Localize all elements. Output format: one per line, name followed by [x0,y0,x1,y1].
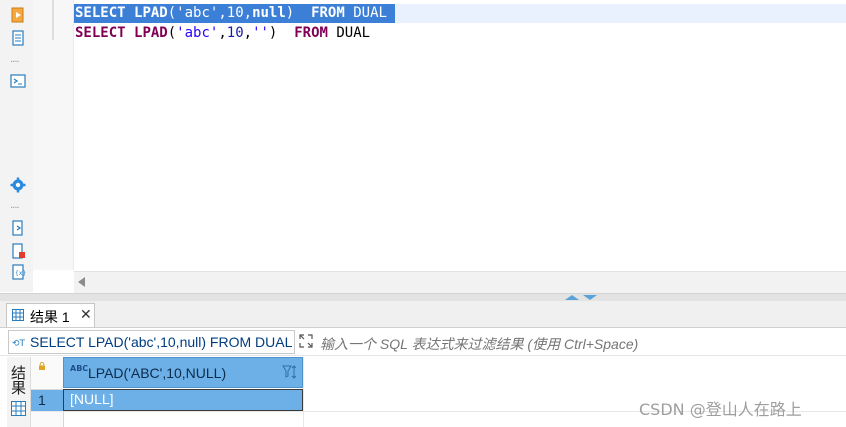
keyword-null: null [252,5,286,21]
row-header-empty [31,412,64,427]
number-literal: 10 [226,5,244,21]
code-comma: , [218,25,227,41]
filter-input[interactable] [318,330,846,358]
close-icon[interactable]: ✕ [80,307,92,323]
code-comma: , [243,25,253,41]
keyword-from: FROM [294,25,328,41]
watermark: CSDN @登山人在路上 [639,400,802,419]
filter-row: ⟲T SELECT LPAD('abc',10,null) FROM DUAL [0,329,846,358]
results-tabbar: 结果 1 ✕ [0,301,846,328]
export-icon[interactable] [10,220,26,236]
cell-value: [NULL] [70,391,114,407]
string-literal: '' [252,25,269,41]
code-comma: , [218,5,227,21]
terminal-icon[interactable] [10,73,26,89]
query-text-chip[interactable]: ⟲T SELECT LPAD('abc',10,null) FROM DUAL [8,330,295,354]
code-paren: ( [167,25,177,41]
script-list-icon[interactable] [10,30,26,46]
svg-text:⟲T: ⟲T [12,339,26,349]
function-name: LPAD [134,5,168,21]
sql-editor[interactable]: SELECT LPAD('abc',10,null) FROM DUAL SEL… [74,0,846,270]
row-number-cell[interactable]: 1 [31,389,63,411]
grid-corner [31,357,64,388]
execute-script-icon[interactable] [10,7,26,23]
code-line[interactable]: SELECT LPAD('abc',10,'') FROM DUAL [74,24,370,43]
keyword-from: FROM [311,5,345,21]
table-name: DUAL [353,5,387,21]
toolbar-separator: .... [10,200,20,211]
tab-label: 结果 1 [30,309,70,325]
svg-text:{x}: {x} [15,270,26,277]
code-paren: ) [285,5,295,21]
panel-vertical-label[interactable]: 结果 [9,365,27,395]
toolbar-separator: .... [10,54,20,65]
column-header-label: LPAD('ABC',10,NULL) [88,365,227,381]
query-text: SELECT LPAD('abc',10,null) FROM DUAL [30,334,293,350]
code-line-selected[interactable]: SELECT LPAD('abc',10,null) FROM DUAL [74,4,395,23]
table-cell[interactable]: [NULL] [63,389,303,411]
grid-divider [303,357,304,427]
keyword-select: SELECT [75,5,126,21]
code-paren: ( [167,5,177,21]
expand-icon[interactable] [299,334,313,348]
settings-gear-icon[interactable] [10,177,26,193]
grid-view-icon[interactable] [11,401,26,416]
editor-gutter [33,0,74,270]
function-name: LPAD [134,25,168,41]
maximize-results-arrow-icon[interactable] [583,295,597,300]
number-literal: 10 [226,25,244,41]
variables-icon[interactable]: {x} [10,264,26,280]
left-toolbar: .... .... {x} [0,0,33,292]
keyword-select: SELECT [75,25,126,41]
code-comma: , [243,5,253,21]
sort-filter-icon[interactable] [282,363,298,381]
file-error-icon[interactable] [10,243,26,259]
column-header[interactable]: ABC LPAD('ABC',10,NULL) [63,357,303,388]
table-name: DUAL [336,25,371,41]
results-side-toolbar: 结果 [7,357,31,427]
string-literal: 'abc' [176,25,219,41]
row-number: 1 [38,392,46,408]
maximize-editor-arrow-icon[interactable] [565,295,579,300]
scroll-left-arrow-icon[interactable] [78,277,85,287]
tab-result-1[interactable]: 结果 1 ✕ [6,303,95,327]
sql-query-icon: ⟲T [12,339,26,349]
string-literal: 'abc' [176,5,219,21]
table-grid-icon [12,309,24,321]
folding-marker [52,0,64,40]
lock-icon [39,362,45,370]
horizontal-scrollbar[interactable] [74,271,846,294]
text-type-icon: ABC [70,364,89,373]
